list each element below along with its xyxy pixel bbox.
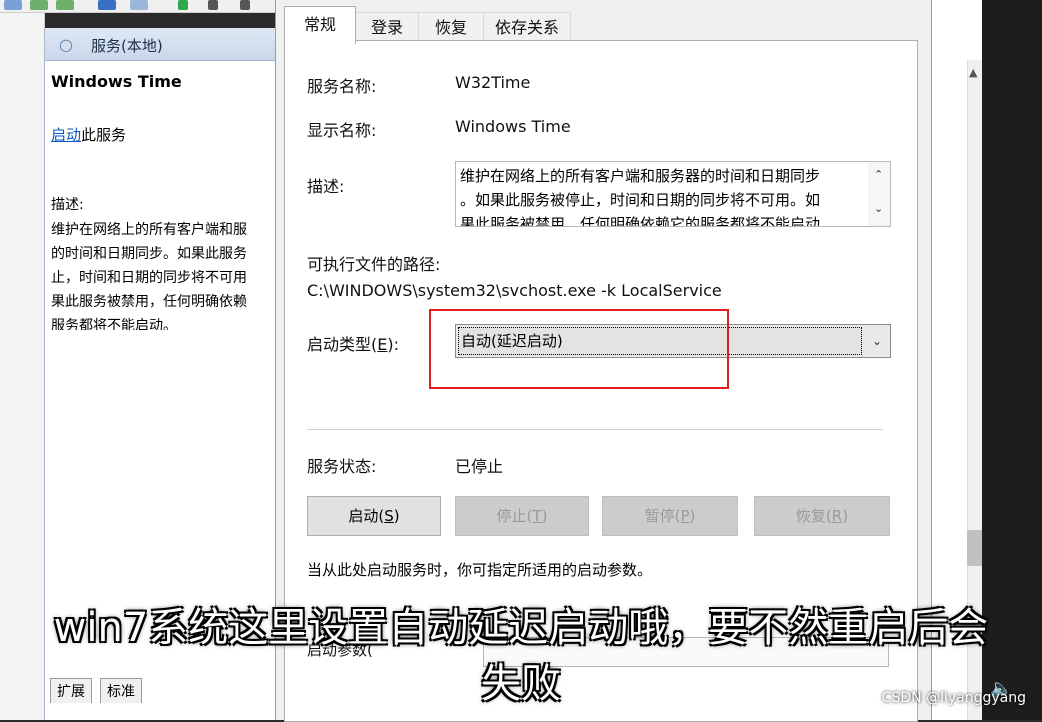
pause-button-end: ) <box>689 507 696 525</box>
back-icon[interactable] <box>4 0 22 10</box>
export-icon[interactable] <box>56 0 74 10</box>
csdn-watermark: CSDN @liyanggyang <box>881 690 1026 706</box>
display-name-label: 显示名称: <box>307 121 377 140</box>
pane-desc-line: 止，时间和日期的同步将不可用 <box>51 270 247 286</box>
start-button-label: 启动( <box>348 507 385 525</box>
startup-type-label: 启动类型(E): <box>307 331 399 355</box>
selected-service-name: Windows Time <box>51 72 182 91</box>
pause-button-label: 暂停( <box>644 507 681 525</box>
chevron-up-icon[interactable]: ⌃ <box>874 168 883 181</box>
help-icon[interactable] <box>98 0 116 10</box>
pane-desc-line: 服务都将不能启动。 <box>51 318 177 330</box>
pane-desc-body: 维护在网络上的所有客户端和服 的时间和日期同步。如果此服务 止，时间和日期的同步… <box>51 218 273 330</box>
forward-icon[interactable] <box>30 0 48 10</box>
start-button-accesskey: S <box>384 507 394 525</box>
stop-button-accesskey: T <box>532 507 542 525</box>
pane-desc-line: 维护在网络上的所有客户端和服 <box>51 222 247 238</box>
pane-desc-label: 描述: <box>51 197 84 213</box>
search-icon: ○ <box>59 35 73 54</box>
startup-type-label-end: ): <box>387 335 399 354</box>
description-line: 。如果此服务被停止，时间和日期的同步将不可用。如 <box>460 191 821 209</box>
start-service-link[interactable]: 启动 <box>51 126 81 144</box>
scroll-up-icon[interactable]: ▲ <box>969 66 977 79</box>
resume-button-label: 恢复( <box>795 507 832 525</box>
pause-button-accesskey: P <box>680 507 690 525</box>
start-params-hint: 当从此处启动服务时，你可指定所适用的启动参数。 <box>307 561 653 579</box>
chevron-down-icon[interactable]: ⌄ <box>874 202 883 215</box>
description-line: 维护在网络上的所有客户端和服务器的时间和日期同步 <box>460 167 821 185</box>
service-status-label: 服务状态: <box>307 457 377 476</box>
description-line: 果此服务被禁用，任何明确依赖它的服务都将不能启动 <box>460 215 821 227</box>
highlight-annotation-box <box>429 309 729 389</box>
display-name-value: Windows Time <box>455 117 571 136</box>
stop-button-label: 停止( <box>496 507 533 525</box>
services-header-title: 服务(本地) <box>91 37 163 55</box>
start-service-suffix: 此服务 <box>81 126 127 144</box>
stop-button[interactable]: 停止(T) <box>455 496 589 536</box>
resume-button[interactable]: 恢复(R) <box>754 496 890 536</box>
description-textbox[interactable]: 维护在网络上的所有客户端和服务器的时间和日期同步 。如果此服务被停止，时间和日期… <box>455 161 891 227</box>
pause-icon[interactable] <box>240 0 250 10</box>
subtitle-line-1: win7系统这里设置自动延迟启动哦，要不然重启后会 <box>53 605 989 651</box>
start-button[interactable]: 启动(S) <box>307 496 441 536</box>
pane-desc-line: 果此服务被禁用，任何明确依赖 <box>51 294 247 310</box>
service-name-label: 服务名称: <box>307 77 377 96</box>
service-name-value: W32Time <box>455 73 531 92</box>
tab-dependencies[interactable]: 依存关系 <box>483 12 571 43</box>
description-scrollbar[interactable]: ⌃ ⌄ <box>868 162 890 226</box>
startup-type-label-text: 启动类型( <box>307 335 378 354</box>
tab-logon[interactable]: 登录 <box>355 12 419 43</box>
stop-button-end: ) <box>541 507 548 525</box>
scrollbar-thumb[interactable] <box>967 530 983 566</box>
start-button-end: ) <box>393 507 400 525</box>
resume-button-end: ) <box>842 507 849 525</box>
startup-type-accesskey: E <box>377 335 388 354</box>
tab-recovery[interactable]: 恢复 <box>418 12 484 43</box>
separator <box>307 429 883 430</box>
services-header: ○ 服务(本地) <box>45 28 275 61</box>
tab-general[interactable]: 常规 <box>284 6 356 44</box>
resume-button-accesskey: R <box>831 507 843 525</box>
chevron-down-icon[interactable]: ⌄ <box>864 325 890 357</box>
exe-path-label: 可执行文件的路径: <box>307 255 441 274</box>
description-label: 描述: <box>307 177 345 196</box>
stop-icon[interactable] <box>208 0 218 10</box>
description-text: 维护在网络上的所有客户端和服务器的时间和日期同步 。如果此服务被停止，时间和日期… <box>460 164 860 227</box>
pane-desc-line: 的时间和日期同步。如果此服务 <box>51 246 247 262</box>
pause-button[interactable]: 暂停(P) <box>602 496 738 536</box>
mmc-toolbar <box>0 0 275 13</box>
service-status-value: 已停止 <box>455 457 504 476</box>
start-service-line: 启动此服务 <box>51 124 126 145</box>
play-icon[interactable] <box>178 0 188 10</box>
exe-path-value: C:\WINDOWS\system32\svchost.exe -k Local… <box>307 281 722 300</box>
properties-icon[interactable] <box>130 0 148 10</box>
